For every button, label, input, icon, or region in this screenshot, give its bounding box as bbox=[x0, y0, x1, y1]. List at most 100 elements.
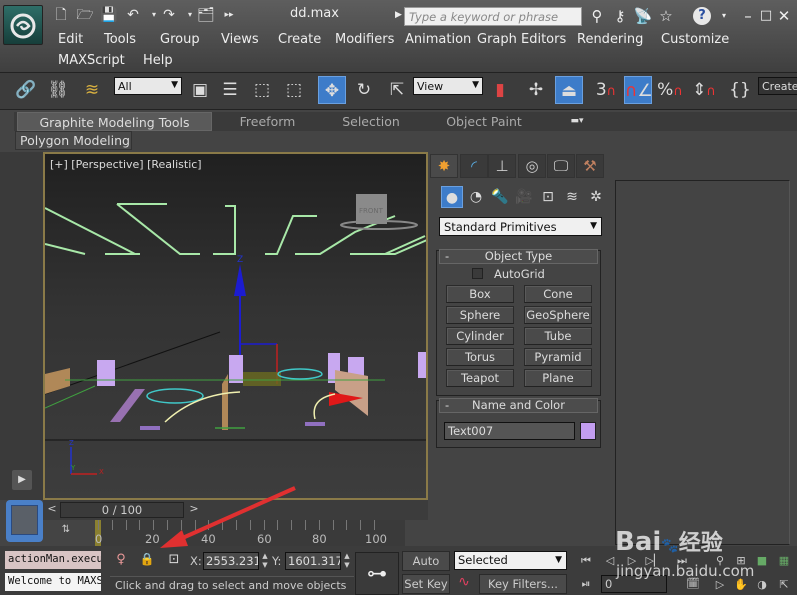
search-input[interactable]: Type a keyword or phrase bbox=[404, 7, 582, 26]
menu-help[interactable]: Help bbox=[143, 53, 173, 68]
utilities-tab-icon[interactable]: ⚒ bbox=[576, 154, 604, 178]
project-folder-icon[interactable]: 🗂 bbox=[197, 6, 215, 24]
window-crossing-icon[interactable]: ⬚ bbox=[280, 76, 308, 104]
cameras-icon[interactable]: 🎥 bbox=[513, 186, 535, 208]
ribbon-tab-freeform[interactable]: Freeform bbox=[225, 112, 310, 131]
pyramid-button[interactable]: Pyramid bbox=[524, 348, 592, 366]
new-icon[interactable]: 🗋 bbox=[52, 6, 70, 24]
menu-animation[interactable]: Animation bbox=[405, 32, 471, 47]
rectangular-selection-icon[interactable]: ⬚ bbox=[248, 76, 276, 104]
field-of-view-icon[interactable]: ▷ bbox=[710, 578, 730, 592]
geosphere-button[interactable]: GeoSphere bbox=[524, 306, 592, 324]
ribbon-tab-graphite[interactable]: Graphite Modeling Tools bbox=[17, 112, 212, 131]
maximize-icon[interactable]: □ bbox=[756, 6, 776, 26]
key-icon[interactable]: ⚷ bbox=[610, 6, 630, 26]
time-prev-button[interactable]: < bbox=[46, 502, 58, 518]
curve-editor-mini-icon[interactable]: ⇅ bbox=[55, 524, 77, 542]
select-manipulate-icon[interactable]: ✢ bbox=[522, 76, 550, 104]
space-warps-icon[interactable]: ≋ bbox=[561, 186, 583, 208]
ribbon-tab-object-paint[interactable]: Object Paint bbox=[440, 112, 528, 131]
set-key-button[interactable]: Set Key bbox=[402, 574, 450, 594]
key-mode-toggle-icon[interactable]: ⏯ bbox=[576, 577, 596, 591]
orbit-icon[interactable]: ◑ bbox=[752, 578, 772, 592]
torus-button[interactable]: Torus bbox=[446, 348, 514, 366]
maxscript-listener-line[interactable]: actionMan.execu bbox=[5, 551, 101, 569]
teapot-button[interactable]: Teapot bbox=[446, 369, 514, 387]
auto-key-button[interactable]: Auto Key bbox=[402, 551, 450, 586]
geometry-icon[interactable]: ● bbox=[441, 186, 463, 208]
save-icon[interactable]: 💾 bbox=[100, 6, 118, 24]
selection-lock-icon[interactable]: 🔒 bbox=[139, 552, 155, 570]
menu-maxscript[interactable]: MAXScript bbox=[58, 53, 125, 68]
y-spinner[interactable]: ▲ ▼ bbox=[342, 552, 352, 570]
angle-snap-icon[interactable]: ∩∠ bbox=[624, 76, 653, 104]
percent-snap-icon[interactable]: %∩ bbox=[656, 76, 684, 104]
lights-icon[interactable]: 🔦 bbox=[489, 186, 511, 208]
isolate-selection-icon[interactable]: ♀ bbox=[113, 552, 129, 570]
menu-customize[interactable]: Customize bbox=[661, 32, 729, 47]
go-to-start-icon[interactable]: ⏮ bbox=[576, 554, 596, 568]
y-coordinate-input[interactable]: 1601.317m bbox=[285, 552, 341, 570]
hierarchy-tab-icon[interactable]: ⊥ bbox=[488, 154, 516, 178]
maximize-viewport-icon[interactable]: ⇱ bbox=[774, 578, 794, 592]
open-icon[interactable]: 🗁 bbox=[76, 6, 94, 24]
menu-rendering[interactable]: Rendering bbox=[577, 32, 643, 47]
x-spinner[interactable]: ▲ ▼ bbox=[260, 552, 270, 570]
time-next-button[interactable]: > bbox=[188, 502, 200, 518]
object-type-header[interactable]: - Object Type bbox=[439, 249, 598, 264]
app-menu-button[interactable] bbox=[3, 5, 43, 45]
favorites-star-icon[interactable]: ☆ bbox=[656, 6, 676, 26]
key-filters-button[interactable]: Key Filters... bbox=[479, 574, 567, 594]
unlink-selection-icon[interactable]: ⛓ bbox=[44, 76, 72, 104]
redo-icon[interactable]: ↷ bbox=[160, 6, 178, 24]
close-icon[interactable]: ✕ bbox=[774, 6, 794, 26]
plane-button[interactable]: Plane bbox=[524, 369, 592, 387]
keyboard-shortcut-override-icon[interactable]: ⏏ bbox=[555, 76, 583, 104]
menu-views[interactable]: Views bbox=[221, 32, 259, 47]
x-coordinate-input[interactable]: 2553.231m bbox=[203, 552, 259, 570]
viewport-layout-tab[interactable] bbox=[6, 500, 43, 542]
autogrid-checkbox[interactable] bbox=[472, 268, 483, 279]
expand-icon[interactable]: ▶ bbox=[395, 10, 402, 20]
snaps-toggle-icon[interactable]: 3∩ bbox=[592, 76, 620, 104]
select-and-link-icon[interactable]: 🔗 bbox=[12, 76, 40, 104]
set-key-big-icon[interactable]: ⊶ bbox=[355, 552, 399, 595]
binoculars-icon[interactable]: ⚲ bbox=[587, 6, 607, 26]
satellite-icon[interactable]: 📡 bbox=[633, 6, 653, 26]
named-selection-sets-input[interactable]: Create bbox=[758, 77, 797, 95]
display-tab-icon[interactable]: 🖵 bbox=[547, 154, 575, 178]
cylinder-button[interactable]: Cylinder bbox=[446, 327, 514, 345]
motion-tab-icon[interactable]: ◎ bbox=[518, 154, 546, 178]
selection-filter-dropdown[interactable]: All ▼ bbox=[114, 77, 182, 95]
menu-edit[interactable]: Edit bbox=[58, 32, 83, 47]
ribbon-panel-polygon-modeling[interactable]: Polygon Modeling bbox=[15, 131, 132, 150]
object-name-input[interactable]: Text007 bbox=[444, 422, 575, 440]
ribbon-options-icon[interactable]: ▬▾ bbox=[565, 112, 589, 131]
pivot-center-icon[interactable]: ▮ bbox=[486, 76, 514, 104]
tube-button[interactable]: Tube bbox=[524, 327, 592, 345]
reference-coordinate-dropdown[interactable]: View ▼ bbox=[413, 77, 483, 95]
key-mode-dropdown[interactable]: Selected ▼ bbox=[454, 551, 567, 570]
select-and-move-icon[interactable]: ✥ bbox=[318, 76, 346, 104]
menu-tools[interactable]: Tools bbox=[104, 32, 136, 47]
perspective-viewport[interactable]: [+] [Perspective] [Realistic] FRONT Z Z … bbox=[43, 152, 428, 500]
cone-button[interactable]: Cone bbox=[524, 285, 592, 303]
expand-viewport-layout-icon[interactable]: ▶ bbox=[12, 470, 32, 490]
pan-view-icon[interactable]: ✋ bbox=[731, 578, 751, 592]
select-by-name-icon[interactable]: ☰ bbox=[216, 76, 244, 104]
edit-named-selection-icon[interactable]: {} bbox=[726, 76, 754, 104]
zoom-extents-all-icon[interactable]: ▦ bbox=[774, 554, 794, 568]
object-color-swatch[interactable] bbox=[580, 422, 596, 440]
timeline-track[interactable]: 0 20 40 60 80 100 bbox=[95, 520, 405, 546]
time-slider[interactable]: 0 / 100 bbox=[60, 502, 184, 518]
key-tangent-icon[interactable]: ∿ bbox=[455, 574, 473, 594]
select-object-icon[interactable]: ▣ bbox=[186, 76, 214, 104]
minimize-icon[interactable]: – bbox=[738, 6, 758, 26]
maxscript-mini-listener[interactable]: Welcome to MAXS bbox=[5, 573, 101, 591]
sphere-button[interactable]: Sphere bbox=[446, 306, 514, 324]
box-button[interactable]: Box bbox=[446, 285, 514, 303]
spinner-snap-icon[interactable]: ⇕∩ bbox=[690, 76, 718, 104]
zoom-extents-icon[interactable]: ■ bbox=[752, 554, 772, 568]
more-tools-icon[interactable]: ▸▸ bbox=[220, 6, 238, 24]
undo-icon[interactable]: ↶ bbox=[124, 6, 142, 24]
